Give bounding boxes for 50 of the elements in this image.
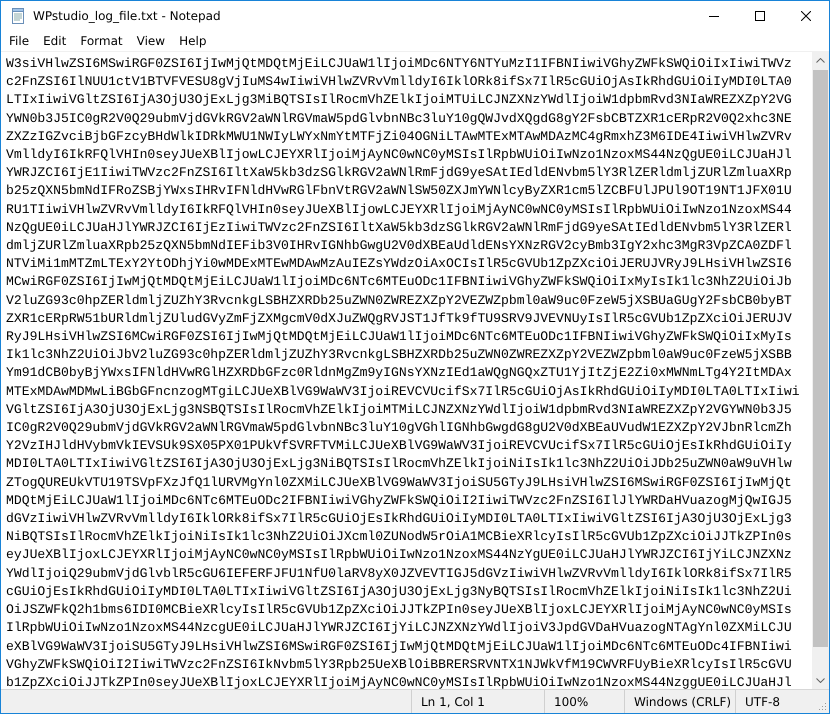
text-line: IlRpbWUiOiIwNzo1NzoxMS44NzcgUE0iLCJUaHJlYWRJZCI6IjYiLCJNZXNzYWdlIjoiV3JpdGVDaHVuazogNTAgYnl0ZXMiLCJU <box>6 619 793 638</box>
text-line: cGUiOjEsIkRhdGUiOiIyMDI0LTA0LTIxIiwiVGltZSI6IjA3OjU3OjExLjg3NyBQTSIsIlRocmVhZElkIjoiNiIsIk1lc3NhZ2Ui <box>6 582 793 601</box>
menu-item[interactable]: Format <box>73 33 130 49</box>
text-line: W3siVHlwZSI6MSwiRGF0ZSI6IjIwMjQtMDQtMjEiLCJUaW1lIjoiMDc6NTY6NTYuMzI1IFBNIiwiVGhyZWFkSWQiOiIxIiwiTWVz <box>6 55 793 73</box>
text-line: MTExMDAwMDMwLiBGbGFncnzogMTgiLCJUeXBlVG9WaWV3IjoiREVCVUcifSx7IlR5cGUiOjAsIkRhdGUiOiIyMDI0LTA0LTIxIiwi <box>6 382 801 401</box>
text-line: VGhyZWFkSWQiOiI2IiwiTWVzc2FnZSI6IkNvbm5lY3Rpb25UeXBlOiBBRERSRVNTX1NJWkVfM19CWVRFUyBieXRlcyIsIlR5cGVU <box>6 656 793 674</box>
menu-item[interactable]: View <box>130 33 172 49</box>
text-line: b25zQXN5bmNdIFRoZSBjYWxsIHRvIFNldHVwRGlFbnVtRGV2aWNlSW50ZXJmYWNlcyByZXR1cm5lZCBFUlJPUl9OT19NT1JFX01U <box>6 182 793 200</box>
line-ending: Windows (CRLF) <box>624 690 735 713</box>
text-line: MDI0LTA0LTIxIiwiVGltZSI6IjA3OjU3OjExLjg3NiBQTSIsIlRocmVhZElkIjoiNiIsIk1lc3NhZ2UiOiJDb25uZWN0aW9uVHlw <box>6 455 793 474</box>
text-line: YWN0b3J5IC0gR2V0Q29ubmVjdGVkRGV2aWNlRGVmaW5pdGlvbnNBc3luY10gQWJvdXQgdG8gY2FsbCBTZXR1cERpR2V0Q2xhc3NE <box>6 110 793 128</box>
text-line: eXBlVG9WaWV3IjoiSU5GTyJ9LHsiVHlwZSI6MSwiRGF0ZSI6IjIwMjQtMDQtMjEiLCJUaW1lIjoiMDc6NTc6MTEuODc4IFBNIiwi <box>6 638 793 656</box>
zoom-level: 100% <box>544 690 624 713</box>
maximize-icon <box>755 11 765 21</box>
text-line: MDQtMjEiLCJUaW1lIjoiMDc6NTc6MTEuODc2IFBNIiwiVGhyZWFkSWQiOiI2IiwiTWVzc2FnZSI6IlJlYWRDaHVuazogMjQwIGJ5 <box>6 492 793 510</box>
text-line: NzQgUE0iLCJUaHJlYWRJZCI6IjEzIiwiTWVzc2FnZSI6IltXaW5kb3dzSGlkRGV2aWNlRmFjdG9yeSAtIEdldENvbm5lY3RlZERl <box>6 218 793 237</box>
text-line: ZXZzIGZvciBjbGFzcyBHdWlkIDRkMWU1NWIyLWYxNmYtMTFjZi04OGNiLTAwMTExMTAwMDAzMC4gRmxhZ3M6IDE4IiwiVHlwZVRv <box>6 128 793 146</box>
text-line: MCwiRGF0ZSI6IjIwMjQtMDQtMjEiLCJUaW1lIjoiMDc6NTc6MTEuODc1IFBNIiwiVGhyZWFkSWQiOiIxMyIsIk1lc3NhZ2UiOiJb <box>6 273 793 292</box>
menu-item[interactable]: Help <box>172 33 214 49</box>
text-line: VGltZSI6IjA3OjU3OjExLjg3NSBQTSIsIlRocmVhZElkIjoiMTMiLCJNZXNzYWdlIjoiW1dpbmRvd3NIaWREZXZpY2VGYWN0b3J5 <box>6 400 793 419</box>
text-line: RU1TIiwiVHlwZVRvVmlldyI6IkRFQlVHIn0seyJUeXBlIjowLCJEYXRlIjoiMjAyNC0wNC0yMSIsIlRpbWUiOiIwNzo1NzoxMS44 <box>6 200 793 219</box>
text-line: NiBQTSIsIlRocmVhZElkIjoiNiIsIk1lc3NhZ2UiOiJXcml0ZUNodW5rOiA1MCBieXRlcyIsIlR5cGVUb1ZpZXciOiJJTkZPIn0s <box>6 528 793 546</box>
window-title: WPstudio_log_file.txt - Notepad <box>33 9 222 23</box>
scrollbar-thumb[interactable] <box>813 70 828 647</box>
text-line: Y2VzIHJldHVybmVkIEVSUk9SX05PX01PUkVfSVRFTVMiLCJUeXBlVG9WaWV3IjoiREVCVUcifSx7IlR5cGUiOjEsIkRhdGUiOiIy <box>6 437 793 456</box>
text-line: b1ZpZXciOiJJTkZPIn0seyJUeXBlIjoxLCJEYXRlIjoiMjAyNC0wNC0yMSIsIlRpbWUiOiIwNzo1NzoxMS44NzggUE0iLCJUaHJl <box>6 674 793 689</box>
text-line: OiJSZWFkQ2h1bms6IDI0MCBieXRlcyIsIlR5cGVUb1ZpZXciOiJJTkZPIn0seyJUeXBlIjoxLCJEYXRlIjoiMjAyNC0wNC0yMSIs <box>6 601 793 620</box>
text-line: dGVzIiwiVHlwZVRvVmlldyI6IklORk8ifSx7IlR5cGUiOjEsIkRhdGUiOiIyMDI0LTA0LTIxIiwiVGltZSI6IjA3OjU3OjExLjg3 <box>6 510 793 528</box>
text-line: V2luZG93c0hpZERldmljZUZhY3RvcnkgLSBHZXRDb25uZWN0ZWREZXZpY2VEZWZpbml0aW9uc0FzeW5jXSBUaGUgY2FsbCB0byBT <box>6 292 793 310</box>
text-line: IC0gR2V0Q29ubmVjdGVkRGV2aWNlRGVmaW5pdGlvbnNBc3luY10gVGhlIGNhbGwgdG8gU2V0dXBEaUVudW1EZXZpY2VJbnRlcmZh <box>6 419 793 438</box>
notepad-icon <box>10 8 26 24</box>
text-line: VmlldyI6IkRFQlVHIn0seyJUeXBlIjowLCJEYXRlIjoiMjAyNC0wNC0yMSIsIlRpbWUiOiIwNzo1NzoxMS44NzQgUE0iLCJUaHJl <box>6 146 793 164</box>
text-line: c2FnZSI6IlNUU1ctV1BTVFVESU8gVjIuMS4wIiwiVHlwZVRvVmlldyI6IklORk8ifSx7IlR5cGUiOjAsIkRhdGUiOiIyMDI0LTA0 <box>6 73 793 92</box>
text-line: YWdlIjoiQ29ubmVjdGlvblR5cGU6IEFERFJFU1NfU0laRV8yX0JZVEVTIGJ5dGVzIiwiVHlwZVRvVmlldyI6IklORk8ifSx7IlR5 <box>6 564 793 583</box>
text-line: eyJUeXBlIjoxLCJEYXRlIjoiMjAyNC0wNC0yMSIsIlRpbWUiOiIwNzo1NzoxMS44NzYgUE0iLCJUaHJlYWRJZCI6IjYiLCJNZXNz <box>6 546 793 564</box>
encoding: UTF-8 <box>735 690 817 713</box>
cursor-position: Ln 1, Col 1 <box>411 690 544 713</box>
text-line: YWRJZCI6IjE1IiwiTWVzc2FnZSI6IltXaW5kb3dzSGlkRGV2aWNlRmFjdG9yeSAtIEdldENvbm5lY3RlZERldmljZURlZmluaXRp <box>6 164 793 182</box>
menu-item[interactable]: Edit <box>36 33 74 49</box>
text-line: NTViMi1mMTZmLTExY2YtODhjYi0wMDExMTEwMDAwMzAuIEZsYWdzOiAxOCIsIlR5cGVUb1ZpZXciOiJERUJVRyJ9LHsiVHlwZSI6 <box>6 255 793 274</box>
resize-grip-icon[interactable] <box>817 701 827 711</box>
text-line: ZXR1cERpRW51bURldmljZUludGVyZmFjZXMgcmV0dXJuZWQgRVJST1JfTk9fTU9SRV9JVEVNUyIsIlR5cGVUb1ZpZXciOiJERUJV <box>6 310 793 328</box>
text-line: Ik1lc3NhZ2UiOiJbV2luZG93c0hpZERldmljZUZhY3RvcnkgLSBHZXRDb25uZWN0ZWREZXZpY2VEZWZpbml0aW9uc0FzeW5jXSBB <box>6 346 793 364</box>
text-line: dmljZURlZmluaXRpb25zQXN5bmNdIEFib3V0IHRvIGNhbGwgU2V0dXBEaUdldENsYXNzRGV2cyBmb3IgY2xhc3MgR3VpZCA0ZDFl <box>6 237 793 256</box>
close-icon <box>801 11 811 21</box>
text-line: Ym91dCB0byBjYWxsIFNldHVwRGlHZXRDbGFzc0RldnMgZm9yIGNsYXNzIEd1aWQgNGQxZTU1YjItZjE2Zi0xMWNmLTg4Y2ItMDAx <box>6 364 793 382</box>
text-line: LTIxIiwiVGltZSI6IjA3OjU3OjExLjg3MiBQTSIsIlRocmVhZElkIjoiMTUiLCJNZXNzYWdlIjoiW1dpbmRvd3NIaWREZXZpY2VG <box>6 91 793 110</box>
menu-item[interactable]: File <box>2 33 36 49</box>
text-line: ZTogQUREUkVTU19TSVpFXzJfQ1lURVMgYnl0ZXMiLCJUeXBlVG9WaWV3IjoiSU5GTyJ9LHsiVHlwZSI6MSwiRGF0ZSI6IjIwMjQt <box>6 474 793 492</box>
text-line: RyJ9LHsiVHlwZSI6MCwiRGF0ZSI6IjIwMjQtMDQtMjEiLCJUaW1lIjoiMDc6NTc6MTEuODc1IFBNIiwiVGhyZWFkSWQiOiIxMyIs <box>6 328 793 346</box>
